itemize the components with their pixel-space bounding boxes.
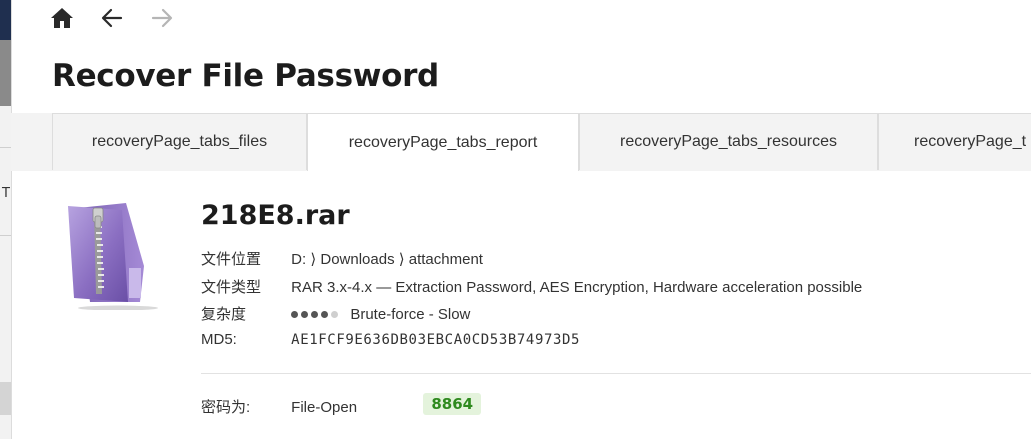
background-window-text: T bbox=[2, 186, 10, 201]
complexity-dot-filled bbox=[301, 310, 309, 318]
file-location-row: 文件位置 D: ⟩ Downloads ⟩ attachment bbox=[201, 248, 483, 269]
navigation-bar bbox=[48, 4, 198, 32]
background-window-panel bbox=[0, 40, 11, 106]
background-divider bbox=[0, 147, 11, 148]
tab-report[interactable]: recoveryPage_tabs_report bbox=[307, 113, 579, 171]
file-location-label: 文件位置 bbox=[201, 251, 262, 268]
file-location-value[interactable]: D: ⟩ Downloads ⟩ attachment bbox=[291, 250, 483, 268]
rar-archive-icon bbox=[60, 198, 172, 314]
background-window-strip: T bbox=[0, 0, 12, 439]
password-result-row: 密码为: File-Open 8864 bbox=[201, 393, 482, 418]
complexity-dot-filled bbox=[311, 310, 319, 318]
back-button[interactable] bbox=[98, 4, 126, 32]
file-type-row: 文件类型 RAR 3.x-4.x — Extraction Password, … bbox=[201, 276, 862, 297]
divider bbox=[201, 373, 1031, 374]
page-title: Recover File Password bbox=[52, 58, 439, 94]
complexity-dot-filled bbox=[321, 310, 329, 318]
background-window-titlebar bbox=[0, 0, 11, 40]
tab-resources[interactable]: recoveryPage_tabs_resources bbox=[579, 113, 878, 170]
complexity-dot-empty bbox=[331, 310, 339, 318]
home-button[interactable] bbox=[48, 4, 76, 32]
file-type-label: 文件类型 bbox=[201, 279, 262, 296]
tab-files[interactable]: recoveryPage_tabs_files bbox=[52, 113, 307, 170]
complexity-label: 复杂度 bbox=[201, 306, 247, 323]
md5-row: MD5: AE1FCF9E636DB03EBCA0CD53B74973D5 bbox=[201, 331, 580, 348]
complexity-dot-filled bbox=[291, 310, 299, 318]
home-icon bbox=[51, 8, 73, 28]
arrow-right-icon bbox=[151, 8, 173, 28]
file-name: 218E8.rar bbox=[201, 200, 350, 231]
md5-label: MD5: bbox=[201, 331, 237, 348]
complexity-row: 复杂度 Brute-force - Slow bbox=[201, 303, 470, 324]
password-type: File-Open bbox=[291, 399, 358, 416]
complexity-rating bbox=[291, 310, 339, 318]
background-divider bbox=[0, 235, 11, 236]
forward-button[interactable] bbox=[148, 4, 176, 32]
password-value[interactable]: 8864 bbox=[423, 393, 482, 415]
tab-more[interactable]: recoveryPage_t bbox=[878, 113, 1031, 170]
password-label: 密码为: bbox=[201, 399, 251, 416]
arrow-left-icon bbox=[101, 8, 123, 28]
complexity-value: Brute-force - Slow bbox=[350, 306, 471, 323]
background-window-footer bbox=[0, 382, 11, 415]
md5-value: AE1FCF9E636DB03EBCA0CD53B74973D5 bbox=[291, 332, 581, 348]
file-type-value: RAR 3.x-4.x — Extraction Password, AES E… bbox=[291, 279, 863, 296]
